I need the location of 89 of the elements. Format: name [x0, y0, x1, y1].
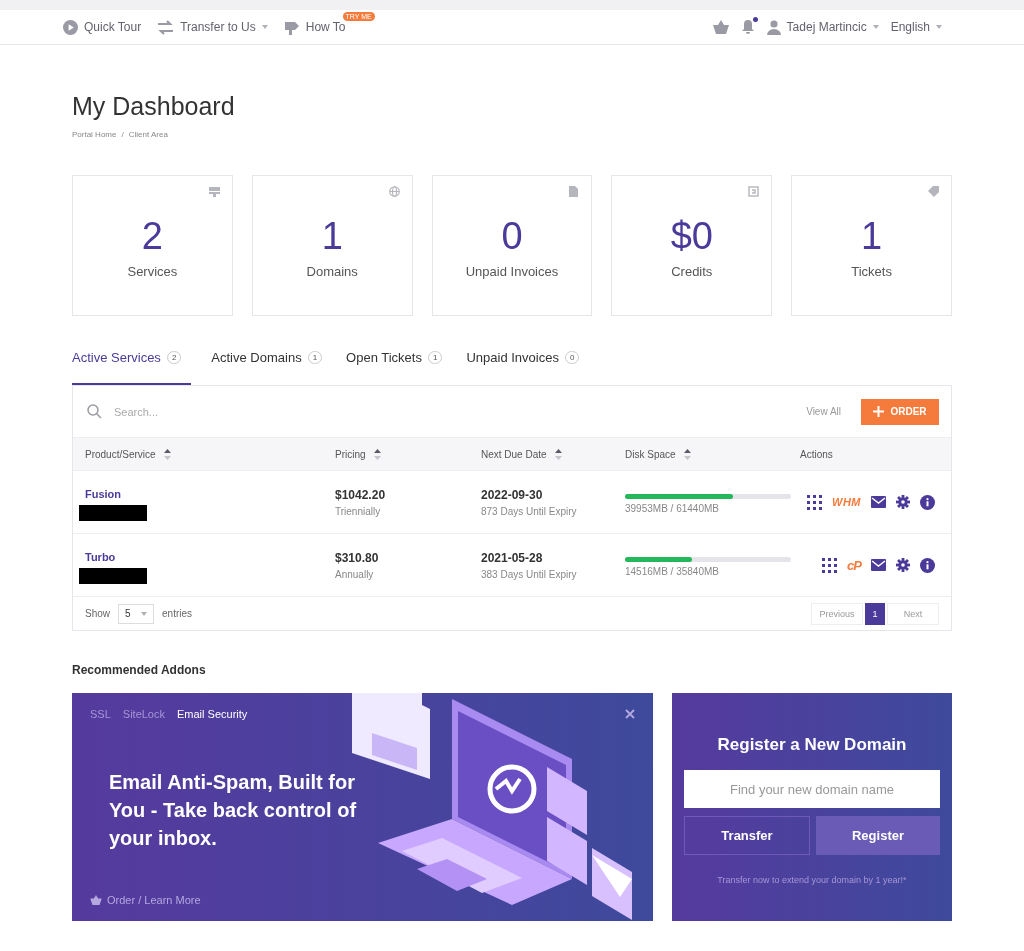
breadcrumb-link[interactable]: Client Area: [128, 130, 168, 139]
nav-link[interactable]: Quick Tour: [63, 19, 142, 35]
signpost-icon: [283, 19, 300, 35]
tab[interactable]: Active Services 2: [72, 350, 192, 385]
tag-icon: [928, 186, 939, 197]
basket-icon: [90, 895, 102, 905]
document-icon: [568, 186, 580, 197]
caret-icon: [936, 25, 942, 29]
stat-card[interactable]: $0 Credits: [611, 175, 773, 316]
stat-value: 0: [501, 214, 523, 258]
section-heading: Recommended Addons: [72, 663, 207, 677]
stat-label: Services: [127, 264, 178, 279]
language-menu[interactable]: English: [890, 20, 942, 34]
user-icon: [766, 19, 781, 35]
sort-icon: [554, 448, 562, 460]
stat-value: $0: [670, 214, 713, 258]
caret-icon: [141, 611, 147, 616]
product-link[interactable]: Fusion: [85, 487, 122, 500]
plus-icon: [873, 406, 885, 417]
disk-usage-text: 39953MB / 61440MB: [625, 503, 720, 514]
grid-icon[interactable]: [822, 557, 838, 573]
product-link[interactable]: Turbo: [85, 550, 116, 563]
billing-cycle: Annually: [335, 568, 375, 580]
settings-icon[interactable]: [896, 558, 910, 572]
addon-tab[interactable]: Email Security: [177, 708, 248, 720]
disk-usage-text: 14516MB / 35840MB: [625, 566, 720, 577]
billing-cycle: Triennially: [335, 505, 382, 517]
due-date: 2022-09-30: [481, 487, 544, 502]
price-text: $310.80: [335, 550, 380, 565]
stat-value: 1: [321, 214, 343, 258]
caret-icon: [261, 25, 268, 29]
tab[interactable]: Unpaid Invoices 0: [466, 350, 584, 385]
stat-card[interactable]: 2 Services: [72, 175, 233, 316]
basket-icon[interactable]: [712, 20, 729, 34]
order-learn-more-link[interactable]: Order / Learn More: [90, 894, 201, 906]
nav-link[interactable]: How To: [283, 19, 346, 35]
price-text: $1042.20: [335, 487, 387, 502]
grid-icon[interactable]: [807, 494, 822, 510]
stat-label: Domains: [306, 264, 358, 279]
column-header[interactable]: Disk Space: [625, 448, 800, 460]
column-header[interactable]: Pricing: [335, 448, 481, 460]
play-icon: [63, 19, 78, 35]
expiry-text: 873 Days Until Expiry: [481, 505, 578, 517]
stat-label: Unpaid Invoices: [465, 264, 559, 279]
sort-icon: [163, 448, 171, 460]
banner-headline: Email Anti-Spam, Built for You - Take back control of your inbox.: [109, 770, 358, 851]
nav-link[interactable]: Transfer to Us: [157, 19, 268, 35]
globe-icon: [388, 186, 400, 197]
domain-note: Transfer now to extend your domain by 1 year!*: [717, 875, 907, 885]
stat-value: 1: [861, 214, 883, 258]
page-title: My Dashboard: [72, 92, 236, 121]
close-icon[interactable]: [625, 709, 635, 719]
settings-icon[interactable]: [896, 495, 910, 509]
breadcrumb-separator: /: [121, 130, 124, 139]
wallet-icon: [748, 186, 760, 197]
bell-icon[interactable]: [740, 19, 755, 35]
sort-icon: [683, 448, 691, 460]
tab[interactable]: Open Tickets 1: [346, 350, 447, 385]
register-button[interactable]: Register: [816, 816, 940, 855]
column-header[interactable]: Actions: [800, 448, 951, 460]
stat-card[interactable]: 0 Unpaid Invoices: [431, 175, 593, 316]
user-menu[interactable]: Tadej Martincic: [766, 19, 879, 35]
stat-label: Tickets: [851, 264, 892, 279]
transfer-icon: [157, 19, 175, 35]
due-date: 2021-05-28: [481, 550, 544, 565]
expiry-text: 383 Days Until Expiry: [481, 568, 578, 580]
tab[interactable]: Active Domains 1: [211, 350, 327, 385]
domain-search-field[interactable]: Find your new domain name: [684, 770, 940, 808]
show-label: Show: [85, 608, 110, 619]
caret-icon: [872, 25, 879, 29]
entries-label: entries: [162, 608, 193, 619]
search-icon: [87, 404, 102, 419]
stat-card[interactable]: 1 Domains: [251, 175, 413, 316]
transfer-button[interactable]: Transfer: [684, 816, 810, 855]
column-header[interactable]: Next Due Date: [481, 448, 625, 460]
server-icon: [208, 186, 220, 197]
stat-card[interactable]: 1 Tickets: [791, 175, 952, 316]
info-icon[interactable]: [920, 494, 935, 510]
breadcrumb-link[interactable]: Portal Home: [72, 130, 117, 139]
pagination-button[interactable]: 1: [865, 602, 885, 625]
entries-select[interactable]: 5: [118, 603, 154, 624]
mail-icon[interactable]: [871, 496, 886, 508]
sort-icon: [373, 448, 381, 460]
stat-label: Credits: [671, 264, 713, 279]
column-header[interactable]: Product/Service: [85, 448, 335, 460]
domain-card-title: Register a New Domain: [717, 735, 907, 755]
info-icon[interactable]: [920, 557, 935, 573]
stat-value: 2: [141, 214, 163, 258]
mail-icon[interactable]: [871, 559, 886, 571]
